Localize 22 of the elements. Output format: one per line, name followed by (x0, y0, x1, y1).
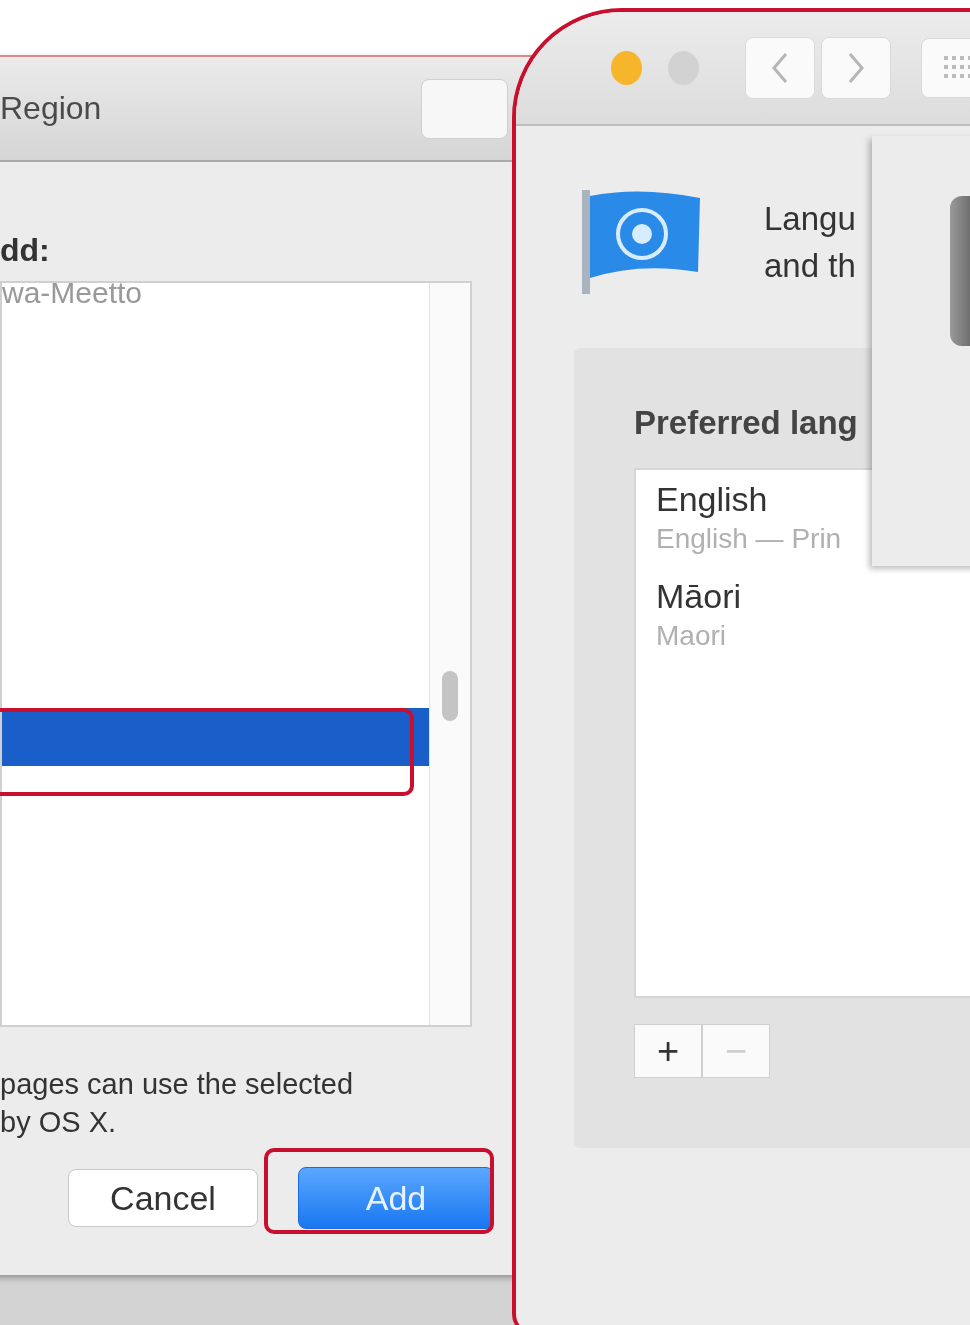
add-language-button[interactable]: + (634, 1024, 702, 1078)
grid-icon (943, 56, 970, 80)
toolbar-field[interactable] (421, 78, 508, 139)
scroll-thumb[interactable] (442, 671, 458, 721)
note-text: by OS X. (0, 1105, 118, 1140)
list-label: dd: (0, 232, 51, 269)
language-detail: English — Prin (656, 523, 843, 555)
description-text: and th (764, 246, 856, 286)
language-name[interactable]: English (656, 480, 970, 519)
description-text: Langu (764, 199, 856, 239)
scrollbar[interactable] (429, 283, 470, 1025)
language-name[interactable]: Māori (656, 577, 970, 616)
list-row[interactable] (2, 708, 429, 766)
window-control-dot[interactable] (611, 51, 642, 85)
window-title: Region (0, 90, 102, 127)
cancel-button[interactable]: Cancel (68, 1169, 258, 1227)
forward-button[interactable] (820, 37, 891, 99)
back-button[interactable] (744, 37, 815, 99)
language-detail: Maori (656, 620, 727, 652)
note-text: pages can use the selected (0, 1067, 355, 1102)
chevron-left-icon (769, 51, 790, 85)
section-label: Preferred lang (634, 404, 859, 442)
